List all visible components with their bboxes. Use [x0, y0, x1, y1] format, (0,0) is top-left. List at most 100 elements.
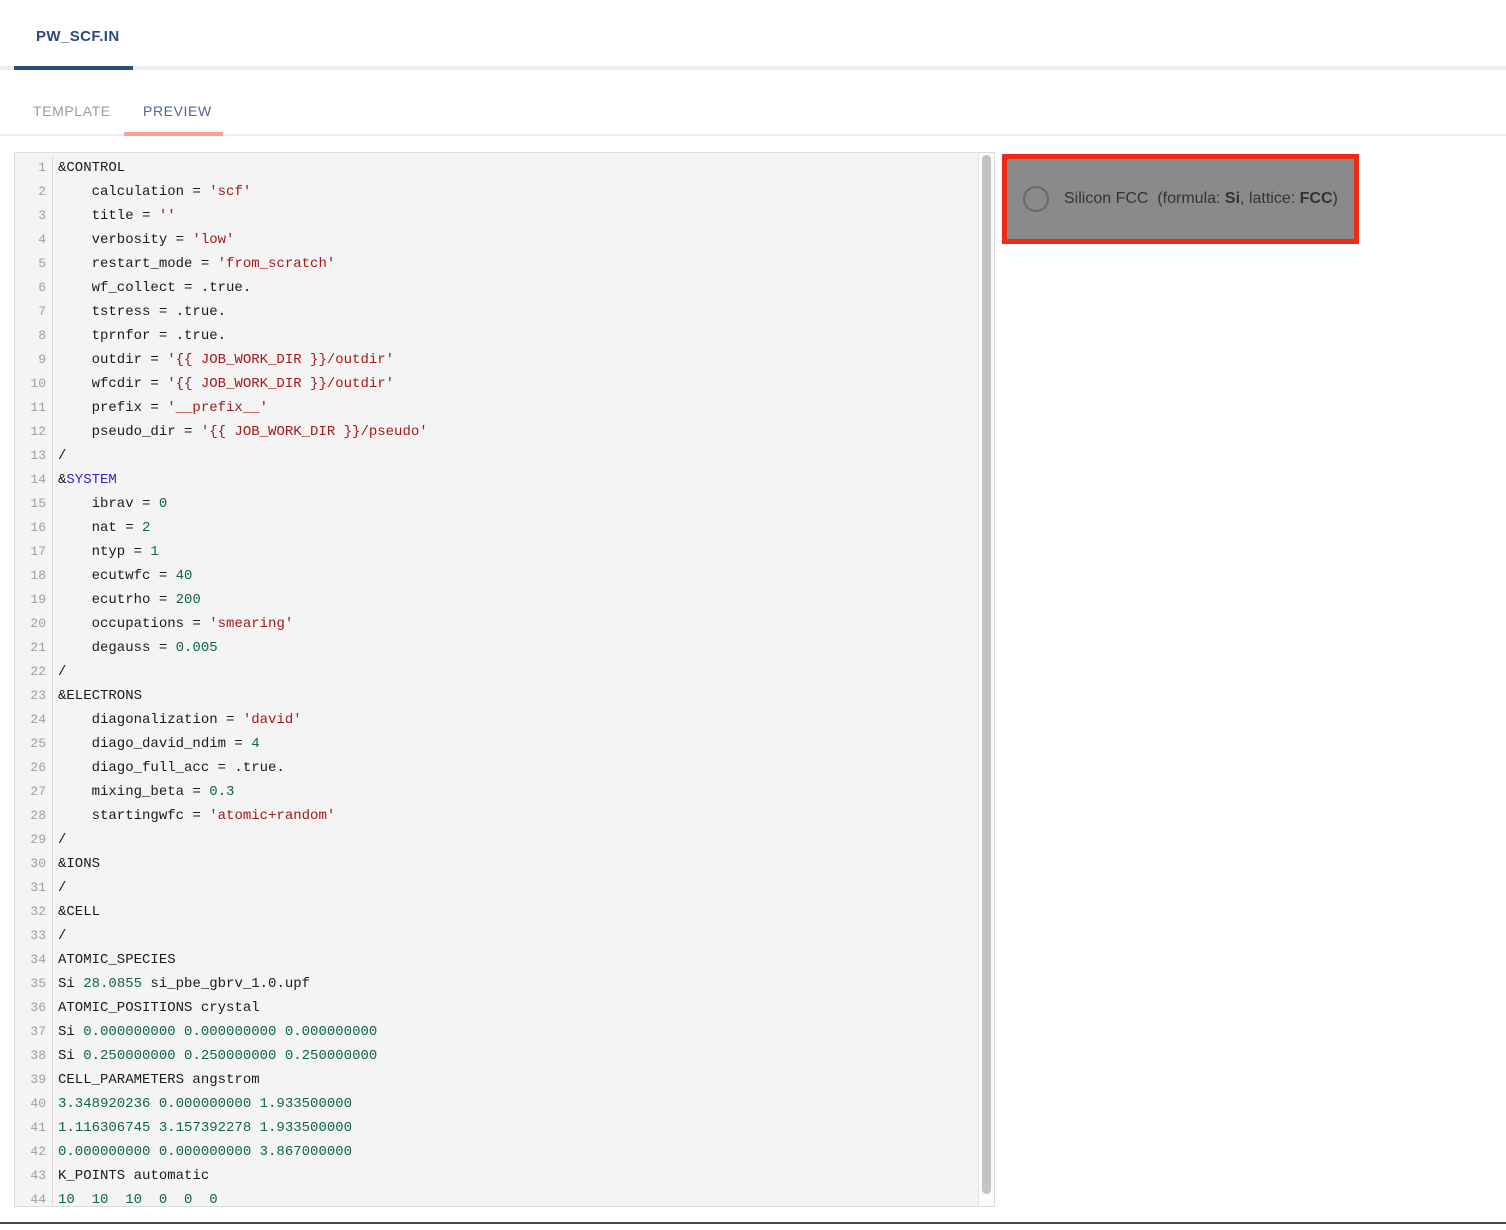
code-lines: 1&CONTROL2 calculation = 'scf'3 title = … — [15, 153, 994, 1207]
line-number: 23 — [15, 684, 53, 708]
code-editor[interactable]: 1&CONTROL2 calculation = 'scf'3 title = … — [14, 152, 995, 1207]
code-line-text: &ELECTRONS — [53, 684, 142, 708]
code-line: 12 pseudo_dir = '{{ JOB_WORK_DIR }}/pseu… — [15, 420, 994, 444]
code-line-text: degauss = 0.005 — [53, 636, 218, 660]
line-number: 12 — [15, 420, 53, 444]
line-number: 33 — [15, 924, 53, 948]
line-number: 19 — [15, 588, 53, 612]
line-number: 27 — [15, 780, 53, 804]
file-tab-pw-scf-in[interactable]: PW_SCF.IN — [36, 28, 120, 45]
code-line-text: ntyp = 1 — [53, 540, 159, 564]
code-line: 4 verbosity = 'low' — [15, 228, 994, 252]
code-line: 9 outdir = '{{ JOB_WORK_DIR }}/outdir' — [15, 348, 994, 372]
code-line: 25 diago_david_ndim = 4 — [15, 732, 994, 756]
line-number: 43 — [15, 1164, 53, 1188]
code-line: 32&CELL — [15, 900, 994, 924]
code-line-text: / — [53, 876, 66, 900]
tab-template[interactable]: TEMPLATE — [33, 103, 111, 119]
line-number: 42 — [15, 1140, 53, 1164]
code-line-text: / — [53, 828, 66, 852]
material-option-silicon-fcc[interactable]: Silicon FCC (formula: Si, lattice: FCC) — [1002, 154, 1359, 244]
code-line: 8 tprnfor = .true. — [15, 324, 994, 348]
code-line: 29/ — [15, 828, 994, 852]
material-option-label: Silicon FCC (formula: Si, lattice: FCC) — [1064, 190, 1338, 208]
line-number: 17 — [15, 540, 53, 564]
code-line: 403.348920236 0.000000000 1.933500000 — [15, 1092, 994, 1116]
code-line: 10 wfcdir = '{{ JOB_WORK_DIR }}/outdir' — [15, 372, 994, 396]
file-tab-active-indicator — [14, 66, 133, 70]
line-number: 10 — [15, 372, 53, 396]
line-number: 22 — [15, 660, 53, 684]
code-line: 11 prefix = '__prefix__' — [15, 396, 994, 420]
line-number: 31 — [15, 876, 53, 900]
code-line: 20 occupations = 'smearing' — [15, 612, 994, 636]
editor-scrollbar-thumb[interactable] — [982, 155, 991, 1194]
code-line: 16 nat = 2 — [15, 516, 994, 540]
line-number: 34 — [15, 948, 53, 972]
tabs-divider — [0, 134, 1506, 136]
line-number: 14 — [15, 468, 53, 492]
line-number: 18 — [15, 564, 53, 588]
code-line: 34ATOMIC_SPECIES — [15, 948, 994, 972]
code-line: 35Si 28.0855 si_pbe_gbrv_1.0.upf — [15, 972, 994, 996]
code-line: 28 startingwfc = 'atomic+random' — [15, 804, 994, 828]
code-line-text: Si 0.250000000 0.250000000 0.250000000 — [53, 1044, 377, 1068]
code-line-text: ibrav = 0 — [53, 492, 167, 516]
code-line-text: title = '' — [53, 204, 176, 228]
code-line: 26 diago_full_acc = .true. — [15, 756, 994, 780]
code-line-text: wfcdir = '{{ JOB_WORK_DIR }}/outdir' — [53, 372, 394, 396]
code-line: 15 ibrav = 0 — [15, 492, 994, 516]
code-line-text: startingwfc = 'atomic+random' — [53, 804, 335, 828]
code-line-text: wf_collect = .true. — [53, 276, 251, 300]
code-line-text: tstress = .true. — [53, 300, 226, 324]
line-number: 1 — [15, 156, 53, 180]
code-line: 1&CONTROL — [15, 156, 994, 180]
code-line-text: Si 0.000000000 0.000000000 0.000000000 — [53, 1020, 377, 1044]
code-line: 37Si 0.000000000 0.000000000 0.000000000 — [15, 1020, 994, 1044]
code-line-text: ecutwfc = 40 — [53, 564, 192, 588]
line-number: 7 — [15, 300, 53, 324]
line-number: 29 — [15, 828, 53, 852]
line-number: 36 — [15, 996, 53, 1020]
code-line-text: verbosity = 'low' — [53, 228, 234, 252]
code-line: 7 tstress = .true. — [15, 300, 994, 324]
code-line: 6 wf_collect = .true. — [15, 276, 994, 300]
code-line-text: &CELL — [53, 900, 100, 924]
code-line: 23&ELECTRONS — [15, 684, 994, 708]
line-number: 32 — [15, 900, 53, 924]
code-line-text: prefix = '__prefix__' — [53, 396, 268, 420]
editor-scrollbar[interactable] — [978, 153, 994, 1206]
code-line-text: diago_david_ndim = 4 — [53, 732, 260, 756]
code-line-text: ATOMIC_SPECIES — [53, 948, 176, 972]
code-line: 2 calculation = 'scf' — [15, 180, 994, 204]
line-number: 13 — [15, 444, 53, 468]
code-line: 18 ecutwfc = 40 — [15, 564, 994, 588]
tab-preview[interactable]: PREVIEW — [143, 103, 212, 119]
code-line-text: / — [53, 924, 66, 948]
code-line-text: mixing_beta = 0.3 — [53, 780, 234, 804]
code-line: 43K_POINTS automatic — [15, 1164, 994, 1188]
line-number: 37 — [15, 1020, 53, 1044]
code-line-text: 1.116306745 3.157392278 1.933500000 — [53, 1116, 352, 1140]
line-number: 5 — [15, 252, 53, 276]
code-line-text: pseudo_dir = '{{ JOB_WORK_DIR }}/pseudo' — [53, 420, 428, 444]
line-number: 8 — [15, 324, 53, 348]
code-line-text: occupations = 'smearing' — [53, 612, 293, 636]
code-line: 30&IONS — [15, 852, 994, 876]
code-line-text: 10 10 10 0 0 0 — [53, 1188, 218, 1207]
line-number: 6 — [15, 276, 53, 300]
tab-preview-active-indicator — [124, 132, 223, 136]
code-line: 19 ecutrho = 200 — [15, 588, 994, 612]
code-line-text: nat = 2 — [53, 516, 150, 540]
code-line-text: &CONTROL — [53, 156, 125, 180]
code-line: 38Si 0.250000000 0.250000000 0.250000000 — [15, 1044, 994, 1068]
radio-button-icon[interactable] — [1023, 186, 1049, 212]
code-line: 39CELL_PARAMETERS angstrom — [15, 1068, 994, 1092]
line-number: 40 — [15, 1092, 53, 1116]
line-number: 30 — [15, 852, 53, 876]
code-line-text: ecutrho = 200 — [53, 588, 201, 612]
code-line-text: diago_full_acc = .true. — [53, 756, 285, 780]
line-number: 44 — [15, 1188, 53, 1207]
line-number: 11 — [15, 396, 53, 420]
line-number: 16 — [15, 516, 53, 540]
